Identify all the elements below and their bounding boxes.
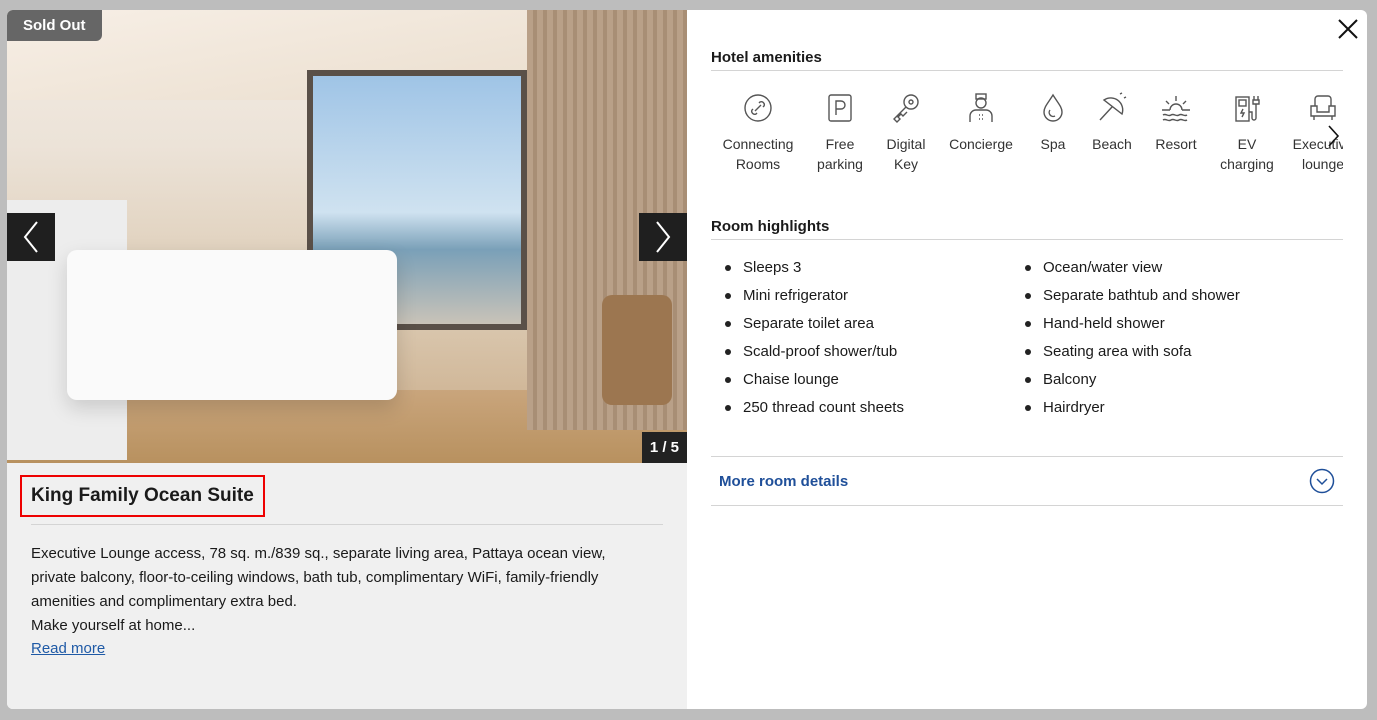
divider xyxy=(31,524,663,525)
room-title: King Family Ocean Suite xyxy=(20,475,265,517)
umbrella-icon xyxy=(1099,92,1127,121)
highlights-heading: Room highlights xyxy=(711,218,830,235)
armchair-icon xyxy=(1310,95,1336,120)
highlight-item: Separate toilet area xyxy=(711,314,904,342)
highlight-item: Mini refrigerator xyxy=(711,286,904,314)
amenity-spa: Spa xyxy=(1025,92,1081,182)
ev-charger-icon xyxy=(1235,96,1260,122)
highlight-item: Hairdryer xyxy=(1011,398,1240,426)
divider xyxy=(711,239,1343,240)
sunset-icon xyxy=(1162,96,1190,122)
more-room-details-label: More room details xyxy=(719,472,849,490)
room-description: Executive Lounge access, 78 sq. m./839 s… xyxy=(31,542,671,638)
concierge-icon xyxy=(969,93,993,122)
close-icon[interactable] xyxy=(1337,18,1359,40)
chevron-left-icon xyxy=(23,221,38,253)
amenity-connecting-rooms: Connecting Rooms xyxy=(711,92,805,182)
chevron-down-circle-icon xyxy=(1309,468,1335,494)
amenities-list: Connecting Rooms Free parking Digital Key C… xyxy=(711,92,1343,182)
highlight-item: 250 thread count sheets xyxy=(711,398,904,426)
highlights-column-2: Ocean/water view Separate bathtub and sh… xyxy=(1011,258,1240,426)
description-line: private balcony, floor-to-ceiling window… xyxy=(31,569,599,586)
amenity-ev-charging: EV charging xyxy=(1209,92,1285,182)
previous-photo-button[interactable] xyxy=(7,213,55,261)
highlight-item: Sleeps 3 xyxy=(711,258,904,286)
amenity-beach: Beach xyxy=(1081,92,1143,182)
highlight-item: Scald-proof shower/tub xyxy=(711,342,904,370)
highlight-item: Chaise lounge xyxy=(711,370,904,398)
chevron-right-icon xyxy=(656,221,671,253)
drop-icon xyxy=(1043,93,1063,122)
highlight-item: Balcony xyxy=(1011,370,1240,398)
sold-out-badge: Sold Out xyxy=(7,10,102,41)
next-photo-button[interactable] xyxy=(639,213,687,261)
parking-icon xyxy=(828,94,852,122)
description-line: Executive Lounge access, 78 sq. m./839 s… xyxy=(31,545,606,562)
amenity-free-parking: Free parking xyxy=(805,92,875,182)
room-photo: Sold Out 1 / 5 xyxy=(7,10,687,463)
room-panel: Sold Out 1 / 5 King Family Ocean Suite E… xyxy=(7,10,687,709)
link-icon xyxy=(744,94,772,122)
highlight-item: Separate bathtub and shower xyxy=(1011,286,1240,314)
read-more-link[interactable]: Read more xyxy=(31,640,105,657)
amenity-digital-key: Digital Key xyxy=(875,92,937,182)
highlights-column-1: Sleeps 3 Mini refrigerator Separate toil… xyxy=(711,258,904,426)
highlight-item: Ocean/water view xyxy=(1011,258,1240,286)
highlight-item: Seating area with sofa xyxy=(1011,342,1240,370)
description-line: Make yourself at home... xyxy=(31,617,196,634)
scroll-amenities-right-icon[interactable] xyxy=(1323,124,1343,148)
key-icon xyxy=(893,94,919,123)
amenity-concierge: Concierge xyxy=(937,92,1025,182)
amenity-resort: Resort xyxy=(1143,92,1209,182)
description-line: amenities and complimentary extra bed. xyxy=(31,593,297,610)
amenities-heading: Hotel amenities xyxy=(711,49,822,66)
divider xyxy=(711,70,1343,71)
more-room-details-toggle[interactable]: More room details xyxy=(711,456,1343,506)
room-details-modal: Sold Out 1 / 5 King Family Ocean Suite E… xyxy=(7,10,1367,709)
highlight-item: Hand-held shower xyxy=(1011,314,1240,342)
photo-counter: 1 / 5 xyxy=(641,432,687,463)
